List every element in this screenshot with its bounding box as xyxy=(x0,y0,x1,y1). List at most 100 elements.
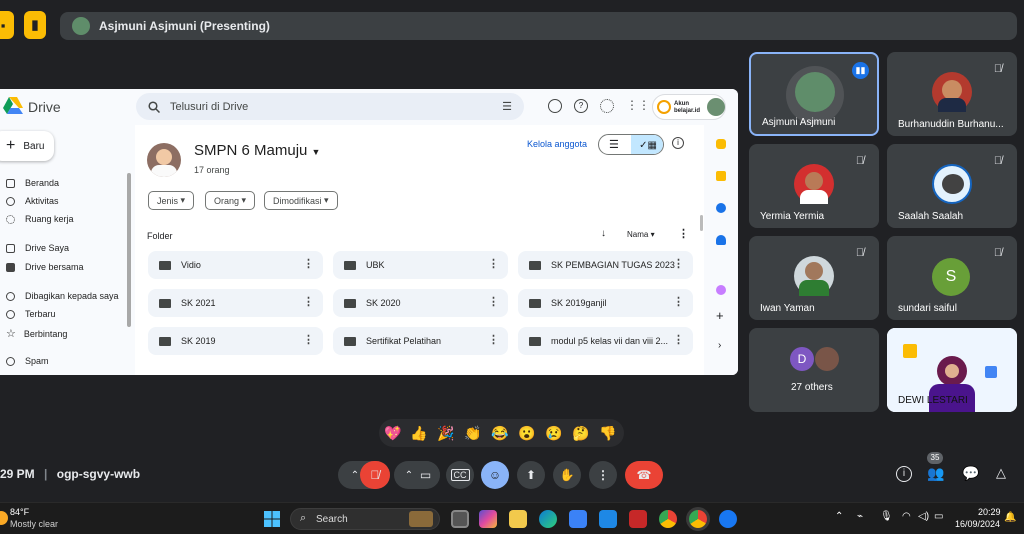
sidebar-scrollbar[interactable] xyxy=(127,173,131,327)
folder-menu-icon[interactable]: ⋮ xyxy=(303,297,314,308)
captions-button[interactable]: CC xyxy=(446,461,474,489)
reaction-party-button[interactable]: 🎉 xyxy=(437,424,454,442)
reaction-thinking-button[interactable]: 🤔 xyxy=(572,424,589,442)
more-options-icon[interactable]: ⋮ xyxy=(678,227,689,240)
folder-menu-icon[interactable]: ⋮ xyxy=(488,335,499,346)
list-view-icon[interactable]: ☰ xyxy=(609,138,619,151)
nav-item-starred[interactable]: ☆ Berbintang xyxy=(6,327,67,340)
chat-icon[interactable]: 💬 xyxy=(962,465,979,482)
chevron-right-icon[interactable]: › xyxy=(718,340,721,351)
folder-item[interactable]: modul p5 kelas vii dan viii 2... ⋮ xyxy=(518,327,693,355)
folder-menu-icon[interactable]: ⋮ xyxy=(488,259,499,270)
folder-item[interactable]: SK PEMBAGIAN TUGAS 2023 ⋮ xyxy=(518,251,693,279)
folder-menu-icon[interactable]: ⋮ xyxy=(673,297,684,308)
info-icon[interactable]: i xyxy=(672,137,684,149)
nav-item-recent[interactable]: Terbaru xyxy=(6,309,56,319)
tray-wifi-icon[interactable]: ◠ xyxy=(902,511,911,522)
reaction-sad-button[interactable]: 😢 xyxy=(545,424,562,442)
tasks-icon[interactable] xyxy=(716,203,726,213)
weather-desc[interactable]: Mostly clear xyxy=(10,519,58,529)
taskbar-search-box[interactable]: ⌕ Search xyxy=(290,508,440,530)
camera-toggle-button[interactable]: ▭ xyxy=(411,461,440,489)
account-chip[interactable]: Akun belajar.id xyxy=(652,94,726,120)
calendar-icon[interactable] xyxy=(716,139,726,149)
nav-item-home[interactable]: Beranda xyxy=(6,178,59,188)
main-scrollbar[interactable] xyxy=(700,215,703,231)
store-icon[interactable] xyxy=(569,510,587,528)
folder-menu-icon[interactable]: ⋮ xyxy=(303,335,314,346)
folder-item[interactable]: SK 2020 ⋮ xyxy=(333,289,508,317)
nav-item-activity[interactable]: Aktivitas xyxy=(6,196,59,206)
nav-item-my-drive[interactable]: Drive Saya xyxy=(6,243,69,253)
nav-item-shared-drives[interactable]: Drive bersama xyxy=(6,262,84,272)
windows-start-icon[interactable] xyxy=(264,511,280,527)
tray-chevron-up-icon[interactable]: ⌃ xyxy=(835,511,843,522)
clock-time[interactable]: 20:29 xyxy=(978,507,1001,517)
chrome-icon[interactable] xyxy=(659,510,677,528)
nav-item-spam[interactable]: Spam xyxy=(6,356,49,366)
contacts-icon[interactable] xyxy=(716,235,726,245)
folder-item[interactable]: UBK ⋮ xyxy=(333,251,508,279)
participant-tile[interactable]: 🎙̸ Iwan Yaman xyxy=(749,236,879,320)
participant-tile[interactable]: S 🎙̸ sundari saiful xyxy=(887,236,1017,320)
offline-icon[interactable] xyxy=(548,99,562,113)
sort-by-button[interactable]: Nama ▾ xyxy=(627,230,655,239)
weather-moon-icon[interactable] xyxy=(0,511,8,525)
tray-mic-icon[interactable]: 🎙 xyxy=(880,511,893,522)
file-explorer-icon[interactable] xyxy=(509,510,527,528)
sort-direction-icon[interactable]: ↓ xyxy=(601,228,606,239)
emoji-reactions-button[interactable]: ☺ xyxy=(481,461,509,489)
tray-volume-icon[interactable]: ◁) xyxy=(918,511,929,522)
folder-menu-icon[interactable]: ⋮ xyxy=(488,297,499,308)
addon-icon[interactable] xyxy=(716,285,726,295)
copilot-icon[interactable] xyxy=(479,510,497,528)
folder-item[interactable]: SK 2019ganjil ⋮ xyxy=(518,289,693,317)
keep-icon[interactable] xyxy=(716,171,726,181)
drive-search-input[interactable]: Telusuri di Drive ☰ xyxy=(136,93,524,120)
filter-chip-type[interactable]: Jenis ▾ xyxy=(148,191,195,210)
manage-members-link[interactable]: Kelola anggota xyxy=(527,139,587,149)
reaction-laugh-button[interactable]: 😂 xyxy=(491,424,508,442)
edge-icon[interactable] xyxy=(539,510,557,528)
nav-item-workspace[interactable]: Ruang kerja xyxy=(6,214,74,224)
activities-icon[interactable]: △ xyxy=(996,465,1006,481)
meeting-details-icon[interactable]: i xyxy=(896,466,912,482)
add-panel-icon[interactable]: + xyxy=(716,308,724,323)
account-avatar[interactable] xyxy=(707,98,725,116)
mcafee-icon[interactable] xyxy=(629,510,647,528)
chrome-active-icon[interactable] xyxy=(689,510,707,528)
filter-icon[interactable]: ☰ xyxy=(502,100,512,113)
reaction-thumbs-down-button[interactable]: 👎 xyxy=(599,424,616,442)
panel-button-left[interactable]: ▪ xyxy=(0,11,14,39)
participant-tile[interactable]: 🎙̸ Burhanuddin Burhanu... xyxy=(887,52,1017,136)
task-view-icon[interactable] xyxy=(451,510,469,528)
participant-tile[interactable]: DEWI LESTARI xyxy=(887,328,1017,412)
raise-hand-button[interactable]: ✋ xyxy=(553,461,581,489)
settings-gear-icon[interactable] xyxy=(600,99,614,113)
view-toggle[interactable]: ☰ ✓▦ xyxy=(598,134,664,155)
app-icon[interactable] xyxy=(599,510,617,528)
apps-grid-icon[interactable]: ⋮⋮ xyxy=(626,99,650,111)
others-tile[interactable]: D 27 others xyxy=(749,328,879,412)
leave-call-button[interactable]: ☎ xyxy=(625,461,663,489)
folder-item[interactable]: Sertifikat Pelatihan ⋮ xyxy=(333,327,508,355)
folder-item[interactable]: SK 2019 ⋮ xyxy=(148,327,323,355)
grid-view-icon[interactable]: ✓▦ xyxy=(631,135,663,154)
new-button[interactable]: + Baru xyxy=(0,131,54,161)
mic-options-chevron-icon[interactable]: ⌃ xyxy=(351,470,359,481)
reaction-clap-button[interactable]: 👏 xyxy=(464,424,481,442)
present-screen-button[interactable]: ⬆ xyxy=(517,461,545,489)
people-icon[interactable]: 👥 xyxy=(927,465,944,482)
folder-item[interactable]: SK 2021 ⋮ xyxy=(148,289,323,317)
weather-temp[interactable]: 84°F xyxy=(10,507,29,517)
more-options-button[interactable]: ⋮ xyxy=(589,461,617,489)
notifications-icon[interactable]: 🔔 xyxy=(1004,512,1016,523)
participant-tile[interactable]: ▮▮ Asjmuni Asjmuni xyxy=(749,52,879,136)
clock-date[interactable]: 16/09/2024 xyxy=(955,519,1000,529)
nav-item-shared-with-me[interactable]: Dibagikan kepada saya xyxy=(6,291,119,301)
shared-drive-title[interactable]: SMPN 6 Mamuju ▼ xyxy=(194,142,320,159)
facebook-icon[interactable] xyxy=(719,510,737,528)
folder-menu-icon[interactable]: ⋮ xyxy=(673,335,684,346)
mic-toggle-button[interactable]: 🎙̸ xyxy=(360,461,390,489)
reaction-thumbs-up-button[interactable]: 👍 xyxy=(410,424,427,442)
